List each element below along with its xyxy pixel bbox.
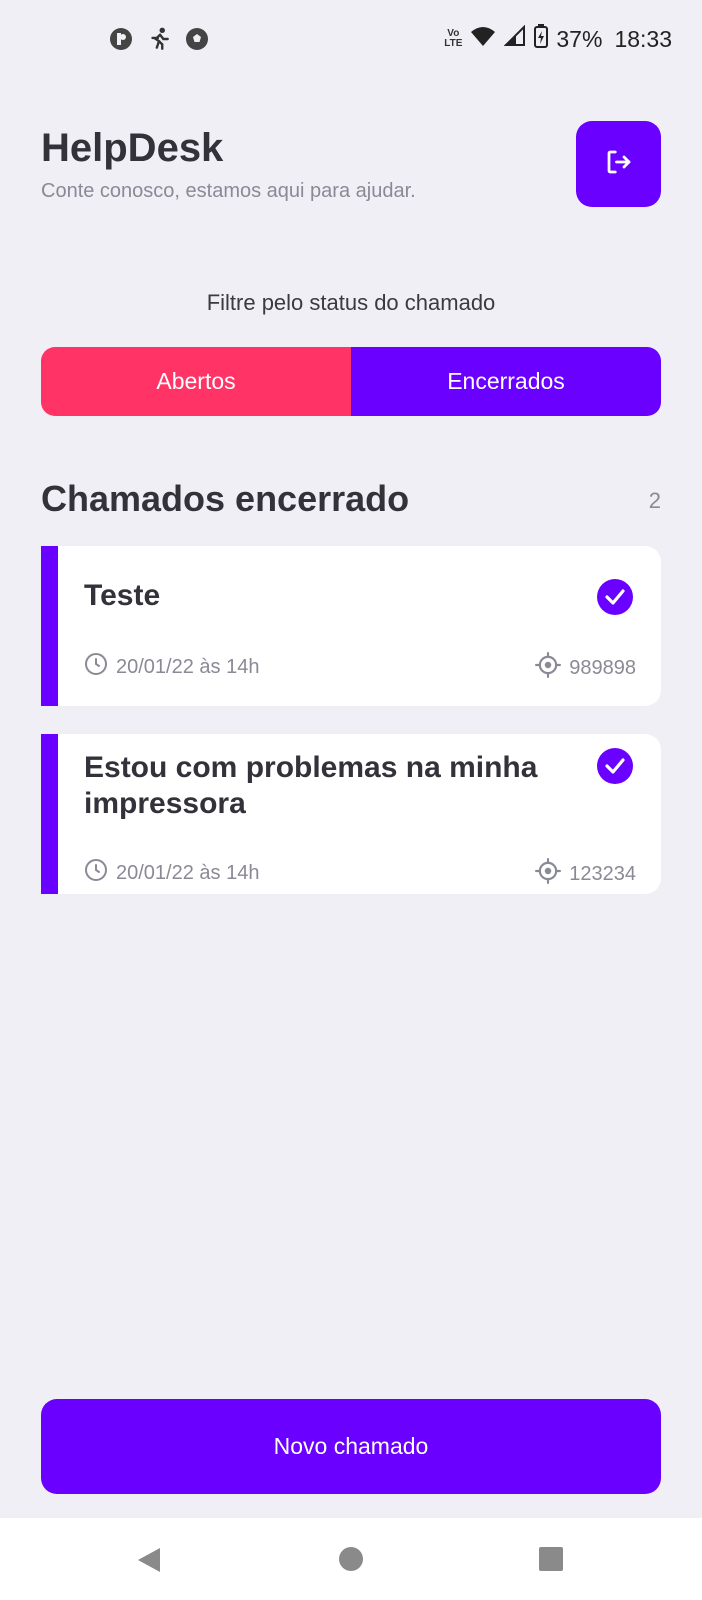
battery-icon	[534, 24, 549, 54]
gps-target-icon	[535, 652, 562, 684]
clock-time: 18:33	[614, 25, 672, 52]
ticket-count: 2	[648, 488, 661, 513]
page-subtitle: Conte conosco, estamos aqui para ajudar.	[41, 180, 416, 202]
tab-encerrados[interactable]: Encerrados	[351, 347, 661, 416]
clock-icon	[84, 652, 108, 682]
system-status: Vo LTE 37% 18:33	[444, 24, 672, 54]
page-title: HelpDesk	[41, 126, 224, 170]
ticket-datetime: 20/01/22 às 14h	[84, 858, 259, 888]
volte-indicator: Vo LTE	[444, 28, 463, 49]
filter-label: Filtre pelo status do chamado	[206, 290, 496, 315]
status-bar-accent	[41, 546, 58, 706]
logout-button[interactable]	[576, 121, 661, 207]
ticket-card[interactable]: Estou com problemas na minha impressora …	[41, 734, 661, 894]
ticket-title: Estou com problemas na minha impressora	[84, 751, 538, 820]
home-icon[interactable]	[338, 1546, 364, 1577]
clock-icon	[84, 858, 108, 888]
app-notification-icon	[108, 26, 134, 52]
status-bar-accent	[41, 734, 58, 894]
soccer-ball-icon	[184, 26, 210, 52]
id-text: 123234	[569, 862, 636, 885]
back-icon[interactable]	[136, 1546, 162, 1579]
recents-icon[interactable]	[538, 1546, 564, 1577]
logout-icon	[604, 147, 634, 182]
new-ticket-button[interactable]: Novo chamado	[41, 1399, 661, 1494]
ticket-id: 989898	[535, 652, 636, 684]
status-bar: Vo LTE 37% 18:33	[0, 0, 702, 80]
wifi-icon	[470, 25, 496, 53]
status-filter: Abertos Encerrados	[41, 347, 661, 416]
datetime-text: 20/01/22 às 14h	[116, 655, 260, 678]
ticket-datetime: 20/01/22 às 14h	[84, 652, 259, 682]
gps-target-icon	[535, 858, 562, 890]
notification-icons	[108, 26, 210, 52]
ticket-title: Teste	[84, 579, 161, 612]
section-title: Chamados encerrado	[41, 478, 410, 519]
datetime-text: 20/01/22 às 14h	[116, 861, 260, 884]
tab-abertos[interactable]: Abertos	[41, 347, 351, 416]
ticket-id: 123234	[535, 858, 636, 890]
id-text: 989898	[569, 656, 636, 679]
battery-percent: 37%	[556, 25, 603, 52]
check-circle-icon	[597, 748, 633, 784]
ticket-card[interactable]: Teste 20/01/22 às 14h 989898	[41, 546, 661, 706]
check-circle-icon	[597, 579, 633, 615]
running-icon	[146, 26, 172, 52]
signal-icon	[503, 24, 526, 53]
navigation-bar	[0, 1518, 702, 1600]
